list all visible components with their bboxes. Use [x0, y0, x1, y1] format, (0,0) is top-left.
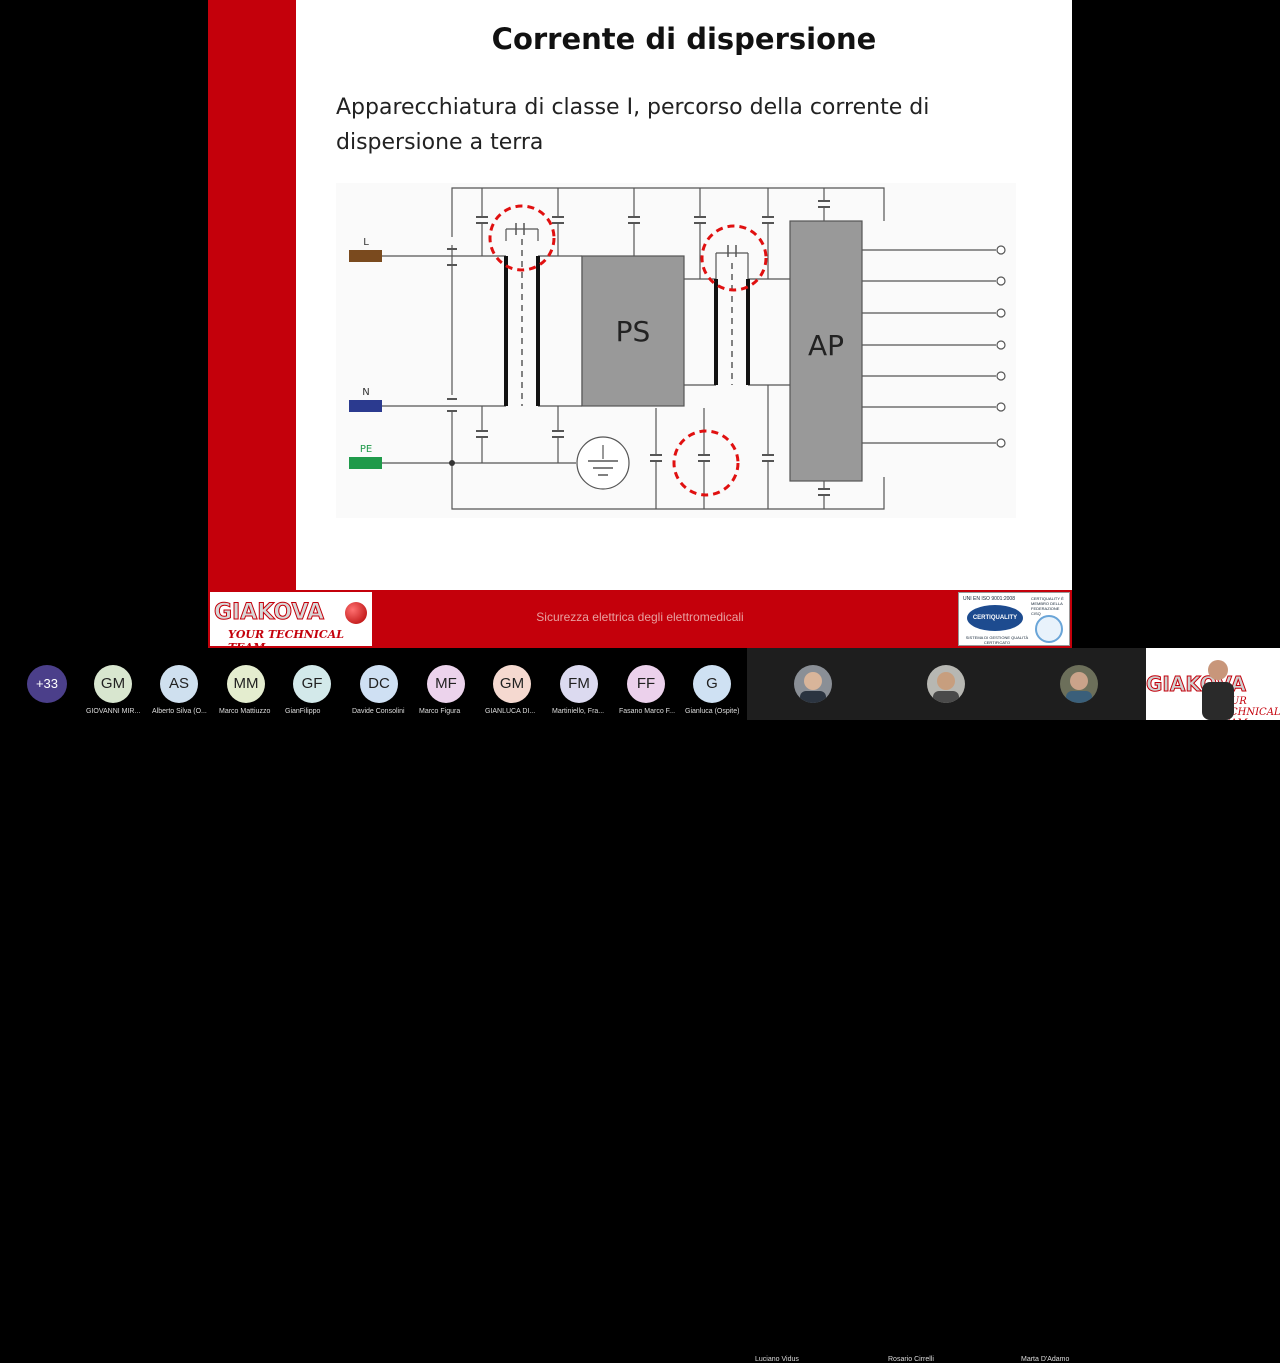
logo-tagline: YOUR TECHNICAL TEAM: [228, 628, 344, 648]
video-participant-name: Marta D'Adamo: [1021, 1356, 1070, 1363]
participant-name: GIOVANNI MIR...: [86, 708, 141, 715]
presentation-slide: Corrente di dispersione Apparecchiatura …: [208, 0, 1072, 648]
presenter-icon: [1202, 660, 1234, 720]
self-view-tile[interactable]: GIAKOVA YOUR TECHNICAL TEAM: [1146, 648, 1280, 720]
person-photo-icon: [1060, 665, 1098, 703]
participant-name: Martiniello, Fra...: [552, 708, 605, 715]
participant-name: Marco Mattiuzzo: [219, 708, 271, 715]
participant-avatar[interactable]: G: [693, 665, 731, 703]
iqnet-seal-icon: [1035, 615, 1063, 643]
cert-name: CERTIQUALITY: [967, 605, 1023, 631]
label-n: N: [362, 387, 369, 398]
globe-icon: [345, 602, 367, 624]
participant-name: GIANLUCA DI...: [485, 708, 536, 715]
cert-side-text: CERTIQUALITY È MEMBRO DELLA FEDERAZIONE …: [1031, 596, 1064, 616]
video-tile[interactable]: Marta D'Adamo: [1013, 648, 1146, 1363]
participant-avatar[interactable]: GM: [493, 665, 531, 703]
participant-name: GianFilippo: [285, 708, 321, 715]
participant-name: Alberto Silva (O...: [152, 708, 207, 715]
participant-avatar[interactable]: MF: [427, 665, 465, 703]
leakage-circuit-diagram: PS AP L N PE: [336, 183, 1016, 518]
video-participant-name: Rosario Cirrelli: [888, 1356, 934, 1363]
participant-photo: [927, 665, 965, 703]
subtitle-line-2: dispersione a terra: [336, 130, 544, 155]
participant-avatar[interactable]: GF: [293, 665, 331, 703]
participant-avatar[interactable]: AS: [160, 665, 198, 703]
participant-avatar[interactable]: FM: [560, 665, 598, 703]
video-tile[interactable]: Rosario Cirrelli: [880, 648, 1013, 1363]
video-tile[interactable]: Luciano Vidus: [747, 648, 880, 1363]
more-participants-button[interactable]: +33: [27, 665, 67, 703]
participant-name: Gianluca (Ospite): [685, 708, 740, 715]
logo-text: GIAKOVA: [214, 600, 325, 626]
slide-subtitle: Apparecchiatura di classe I, percorso de…: [336, 90, 1036, 160]
giakova-logo: GIAKOVA YOUR TECHNICAL TEAM: [210, 592, 372, 648]
participant-avatar[interactable]: GM: [94, 665, 132, 703]
ps-block-label: PS: [616, 315, 651, 348]
participant-name: Davide Consolini: [352, 708, 405, 715]
label-l: L: [363, 237, 369, 248]
cert-description: SISTEMA DI GESTIONE QUALITÀ CERTIFICATO: [965, 635, 1029, 645]
person-photo-icon: [927, 665, 965, 703]
cert-standard: UNI EN ISO 9001:2008: [963, 596, 1015, 602]
label-pe: PE: [360, 444, 372, 455]
participant-avatar[interactable]: MM: [227, 665, 265, 703]
certiquality-badge: UNI EN ISO 9001:2008 CERTIQUALITY SISTEM…: [958, 592, 1070, 646]
participant-avatar[interactable]: DC: [360, 665, 398, 703]
slide-title: Corrente di dispersione: [491, 22, 877, 56]
participant-name: Fasano Marco F...: [619, 708, 676, 715]
slide-accent-bar: [208, 0, 296, 590]
participant-name: Marco Figura: [419, 708, 461, 715]
ap-block-label: AP: [808, 329, 844, 362]
participant-avatar[interactable]: FF: [627, 665, 665, 703]
person-photo-icon: [794, 665, 832, 703]
subtitle-line-1: Apparecchiatura di classe I, percorso de…: [336, 95, 930, 120]
video-participant-name: Luciano Vidus: [755, 1356, 799, 1363]
slide-footer: GIAKOVA YOUR TECHNICAL TEAM Sicurezza el…: [208, 590, 1072, 648]
participant-photo: [794, 665, 832, 703]
participant-photo: [1060, 665, 1098, 703]
footer-caption: Sicurezza elettrica degli elettromedical…: [536, 610, 744, 624]
